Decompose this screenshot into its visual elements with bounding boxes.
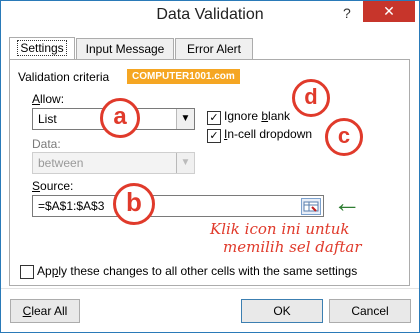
- allow-label: Allow:: [32, 92, 65, 106]
- ignore-blank-label: Ignore blank: [224, 109, 291, 123]
- allow-value: List: [38, 112, 57, 126]
- source-input[interactable]: =$A$1:$A$3: [32, 195, 324, 217]
- title-bar: Data Validation ? ✕: [1, 1, 419, 31]
- cancel-button[interactable]: Cancel: [329, 299, 411, 323]
- site-watermark: COMPUTER1001.com: [127, 69, 240, 84]
- help-icon[interactable]: ?: [343, 5, 351, 21]
- dialog-title: Data Validation: [156, 6, 264, 23]
- range-selector-icon[interactable]: [301, 198, 321, 215]
- tab-input-message[interactable]: Input Message: [76, 38, 174, 60]
- marker-c: c: [325, 118, 363, 156]
- data-label: Data:: [32, 137, 61, 151]
- chevron-down-icon[interactable]: ▼: [176, 109, 194, 129]
- marker-a: a: [100, 98, 140, 138]
- settings-panel: Validation criteria COMPUTER1001.com All…: [9, 59, 410, 286]
- close-icon[interactable]: ✕: [363, 1, 415, 22]
- clear-all-button[interactable]: Clear All: [10, 299, 80, 323]
- tab-error-alert[interactable]: Error Alert: [175, 38, 253, 60]
- marker-b: b: [113, 183, 155, 225]
- apply-to-all-label: Apply these changes to all other cells w…: [37, 264, 358, 278]
- tab-settings[interactable]: Settings: [9, 37, 75, 61]
- annotation-note-line1: Klik icon ini untuk: [210, 220, 350, 238]
- data-validation-dialog: Data Validation ? ✕ Settings Input Messa…: [0, 0, 420, 333]
- apply-to-all-checkbox[interactable]: [20, 265, 34, 279]
- in-cell-dropdown-checkbox[interactable]: ✓: [207, 129, 221, 143]
- arrow-left-icon: ←: [333, 187, 361, 218]
- in-cell-dropdown-label: In-cell dropdown: [224, 127, 313, 141]
- ok-button[interactable]: OK: [241, 299, 323, 323]
- data-value: between: [38, 156, 84, 170]
- data-select: between ▼: [32, 152, 195, 174]
- marker-d: d: [292, 79, 330, 117]
- source-label: Source:: [32, 179, 74, 193]
- button-bar-divider: [1, 288, 419, 289]
- validation-criteria-label: Validation criteria: [18, 70, 110, 84]
- ignore-blank-checkbox[interactable]: ✓: [207, 111, 221, 125]
- chevron-down-icon: ▼: [176, 153, 194, 173]
- annotation-note-line2: memilih sel daftar: [223, 238, 362, 256]
